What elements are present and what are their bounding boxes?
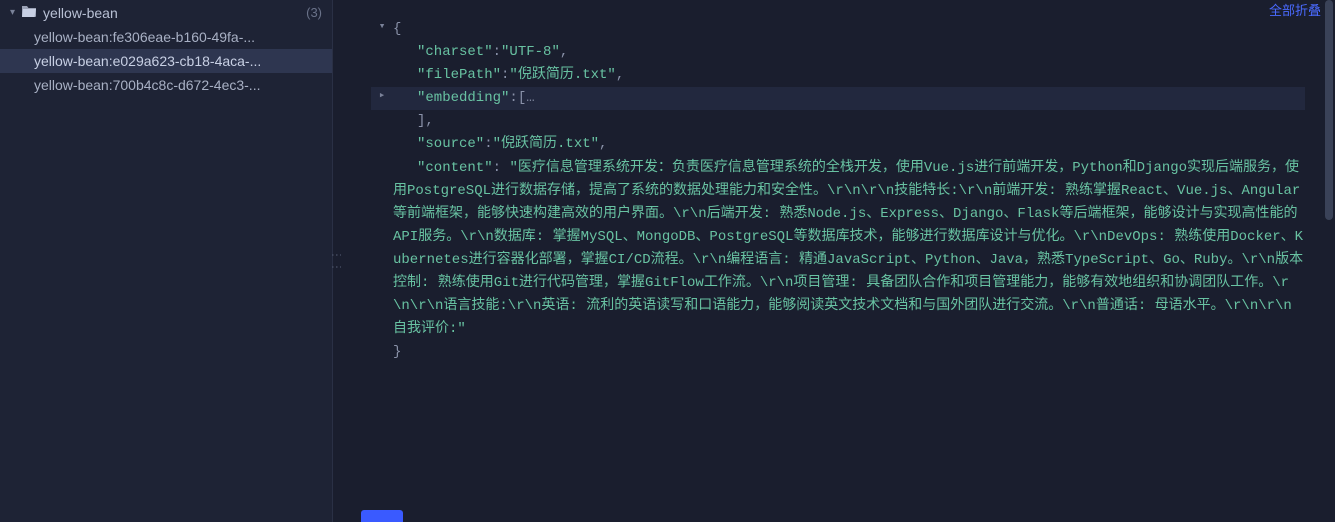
json-line-embedding[interactable]: ▸ "embedding": [ … — [371, 87, 1305, 110]
ellipsis-icon: … — [526, 87, 536, 110]
action-button[interactable] — [361, 510, 403, 522]
horizontal-scrollbar[interactable] — [341, 492, 1323, 500]
chevron-down-icon: ▾ — [10, 7, 15, 18]
json-value: "倪跃简历.txt" — [493, 133, 599, 156]
json-line-close: } — [371, 341, 1305, 364]
json-value-content: "医疗信息管理系统开发：负责医疗信息管理系统的全栈开发，使用Vue.js进行前端… — [393, 160, 1303, 338]
brace-open: { — [393, 18, 401, 41]
expand-toggle[interactable]: ▸ — [371, 87, 393, 105]
brace-close: } — [393, 341, 401, 364]
bracket-open: [ — [518, 87, 526, 110]
json-value: "倪跃简历.txt" — [509, 64, 615, 87]
sidebar: ▾ yellow-bean (3) yellow-bean:fe306eae-b… — [0, 0, 333, 522]
json-line-embedding-close: ], — [371, 110, 1305, 133]
json-value: "UTF-8" — [501, 41, 560, 64]
json-line-open: ▾ { — [371, 18, 1305, 41]
folder-open-icon — [21, 4, 37, 21]
json-key: "source" — [417, 133, 484, 156]
main-panel: 全部折叠 ▾ { "charset": "UTF-8", "filePath":… — [341, 0, 1335, 522]
tree-root-count: (3) — [306, 5, 322, 20]
tree-root[interactable]: ▾ yellow-bean (3) — [0, 0, 332, 25]
json-key: "content" — [417, 160, 493, 176]
json-key: "filePath" — [417, 64, 501, 87]
json-key: "embedding" — [417, 87, 509, 110]
collapse-toggle[interactable]: ▾ — [371, 18, 393, 36]
json-line-charset: "charset": "UTF-8", — [371, 41, 1305, 64]
collapse-all-link[interactable]: 全部折叠 — [1269, 0, 1321, 19]
bracket-close: ], — [417, 110, 434, 133]
json-line-filepath: "filePath": "倪跃简历.txt", — [371, 64, 1305, 87]
tree-root-name: yellow-bean — [43, 5, 300, 21]
json-line-source: "source": "倪跃简历.txt", — [371, 133, 1305, 156]
json-viewer: ▾ { "charset": "UTF-8", "filePath": "倪跃简… — [341, 8, 1335, 374]
json-key: "charset" — [417, 41, 493, 64]
tree-item[interactable]: yellow-bean:fe306eae-b160-49fa-... — [0, 25, 332, 49]
tree-item[interactable]: yellow-bean:e029a623-cb18-4aca-... — [0, 49, 332, 73]
json-line-content: "content": "医疗信息管理系统开发：负责医疗信息管理系统的全栈开发，使… — [371, 157, 1305, 342]
tree-item[interactable]: yellow-bean:700b4c8c-d672-4ec3-... — [0, 73, 332, 97]
vertical-scrollbar[interactable] — [1325, 0, 1333, 220]
resize-handle[interactable]: ⋮⋮ — [333, 0, 341, 522]
